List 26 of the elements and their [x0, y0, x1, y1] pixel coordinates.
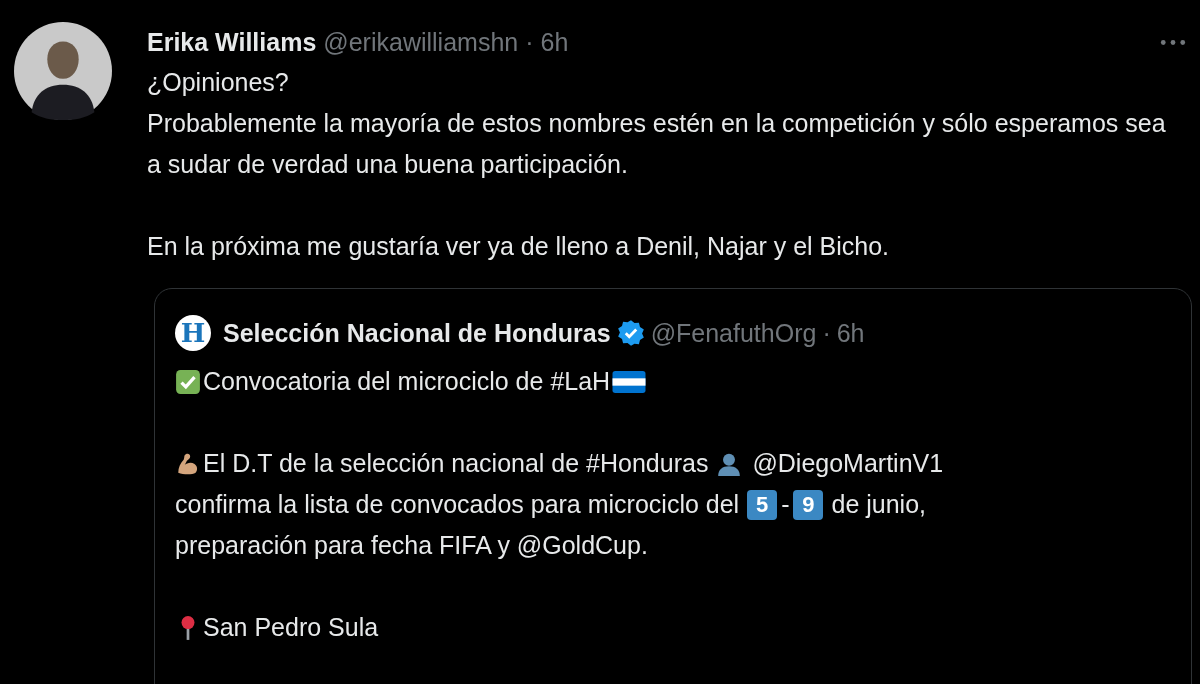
tweet-text: preparación para fecha FIFA y @GoldCup.: [175, 531, 648, 560]
quoted-tweet-card[interactable]: [154, 288, 1192, 684]
post-time[interactable]: 6h: [540, 27, 569, 57]
keycap-digit: 9: [793, 489, 824, 520]
post-time[interactable]: 6h: [836, 318, 865, 348]
quoted-author-name[interactable]: Selección Nacional de Honduras: [223, 318, 611, 348]
mention-link[interactable]: @DiegoMartinV1: [752, 449, 944, 478]
tweet-text: Convocatoria del microciclo de #LaH: [203, 367, 611, 396]
separator-dot: ·: [822, 318, 831, 348]
dash-text: -: [781, 490, 790, 519]
quoted-author-handle[interactable]: @FenafuthOrg: [650, 318, 817, 348]
separator-dot: ·: [525, 27, 534, 57]
tweet-text: En la próxima me gustaría ver ya de lleno a Denil, Najar y el Bicho.: [147, 231, 891, 262]
avatar-silhouette[interactable]: [13, 22, 112, 120]
tweet-text: ¿Opiniones? Probablemente la mayoría de estos nombres estén en la competición y sólo esperamos sea a sudar de verdad una buena participación.: [147, 67, 1167, 180]
author-handle[interactable]: @erikawilliamshn: [323, 27, 519, 57]
check-mark-icon: [175, 368, 201, 395]
tweet-text: confirma la lista de convocados para microciclo del: [175, 490, 740, 519]
more-options-icon[interactable]: [1160, 38, 1186, 46]
profile-logo[interactable]: H: [175, 315, 211, 351]
tweet-text: de junio,: [831, 490, 926, 519]
keycap-digit: 5: [747, 489, 778, 520]
location-text: San Pedro Sula: [203, 613, 379, 642]
author-name[interactable]: Erika Williams: [147, 27, 317, 57]
tweet-text: El D.T de la selección nacional de #Honduras: [203, 449, 709, 478]
flag-icon: [612, 370, 647, 393]
